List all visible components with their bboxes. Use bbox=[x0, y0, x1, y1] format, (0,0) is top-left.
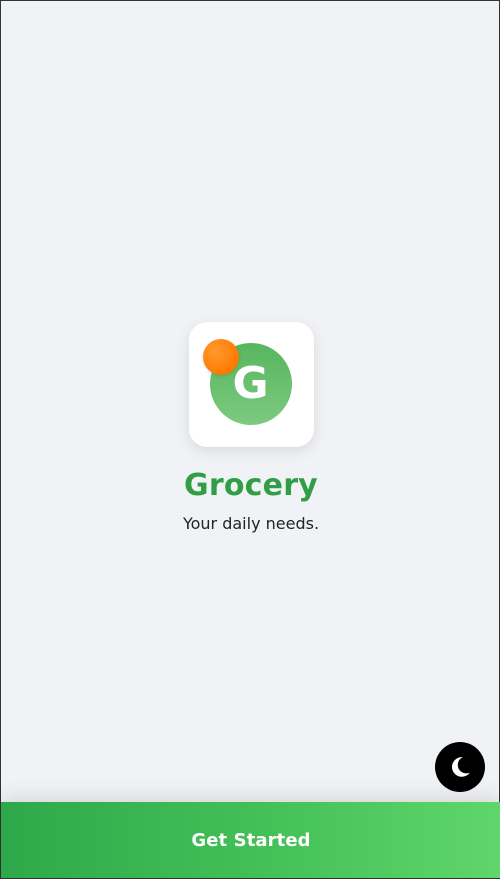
get-started-label: Get Started bbox=[191, 829, 311, 851]
get-started-button[interactable]: Get Started bbox=[1, 802, 500, 878]
splash-content: G Grocery Your daily needs. bbox=[1, 322, 500, 533]
logo-letter: G bbox=[232, 358, 269, 409]
theme-toggle-button[interactable] bbox=[435, 742, 485, 792]
moon-icon bbox=[451, 757, 470, 777]
app-title: Grocery bbox=[184, 468, 318, 503]
orange-dot-icon bbox=[202, 339, 239, 375]
app-screen: G Grocery Your daily needs. Get Started bbox=[0, 0, 500, 879]
app-tagline: Your daily needs. bbox=[182, 514, 320, 533]
app-logo: G bbox=[188, 322, 314, 447]
